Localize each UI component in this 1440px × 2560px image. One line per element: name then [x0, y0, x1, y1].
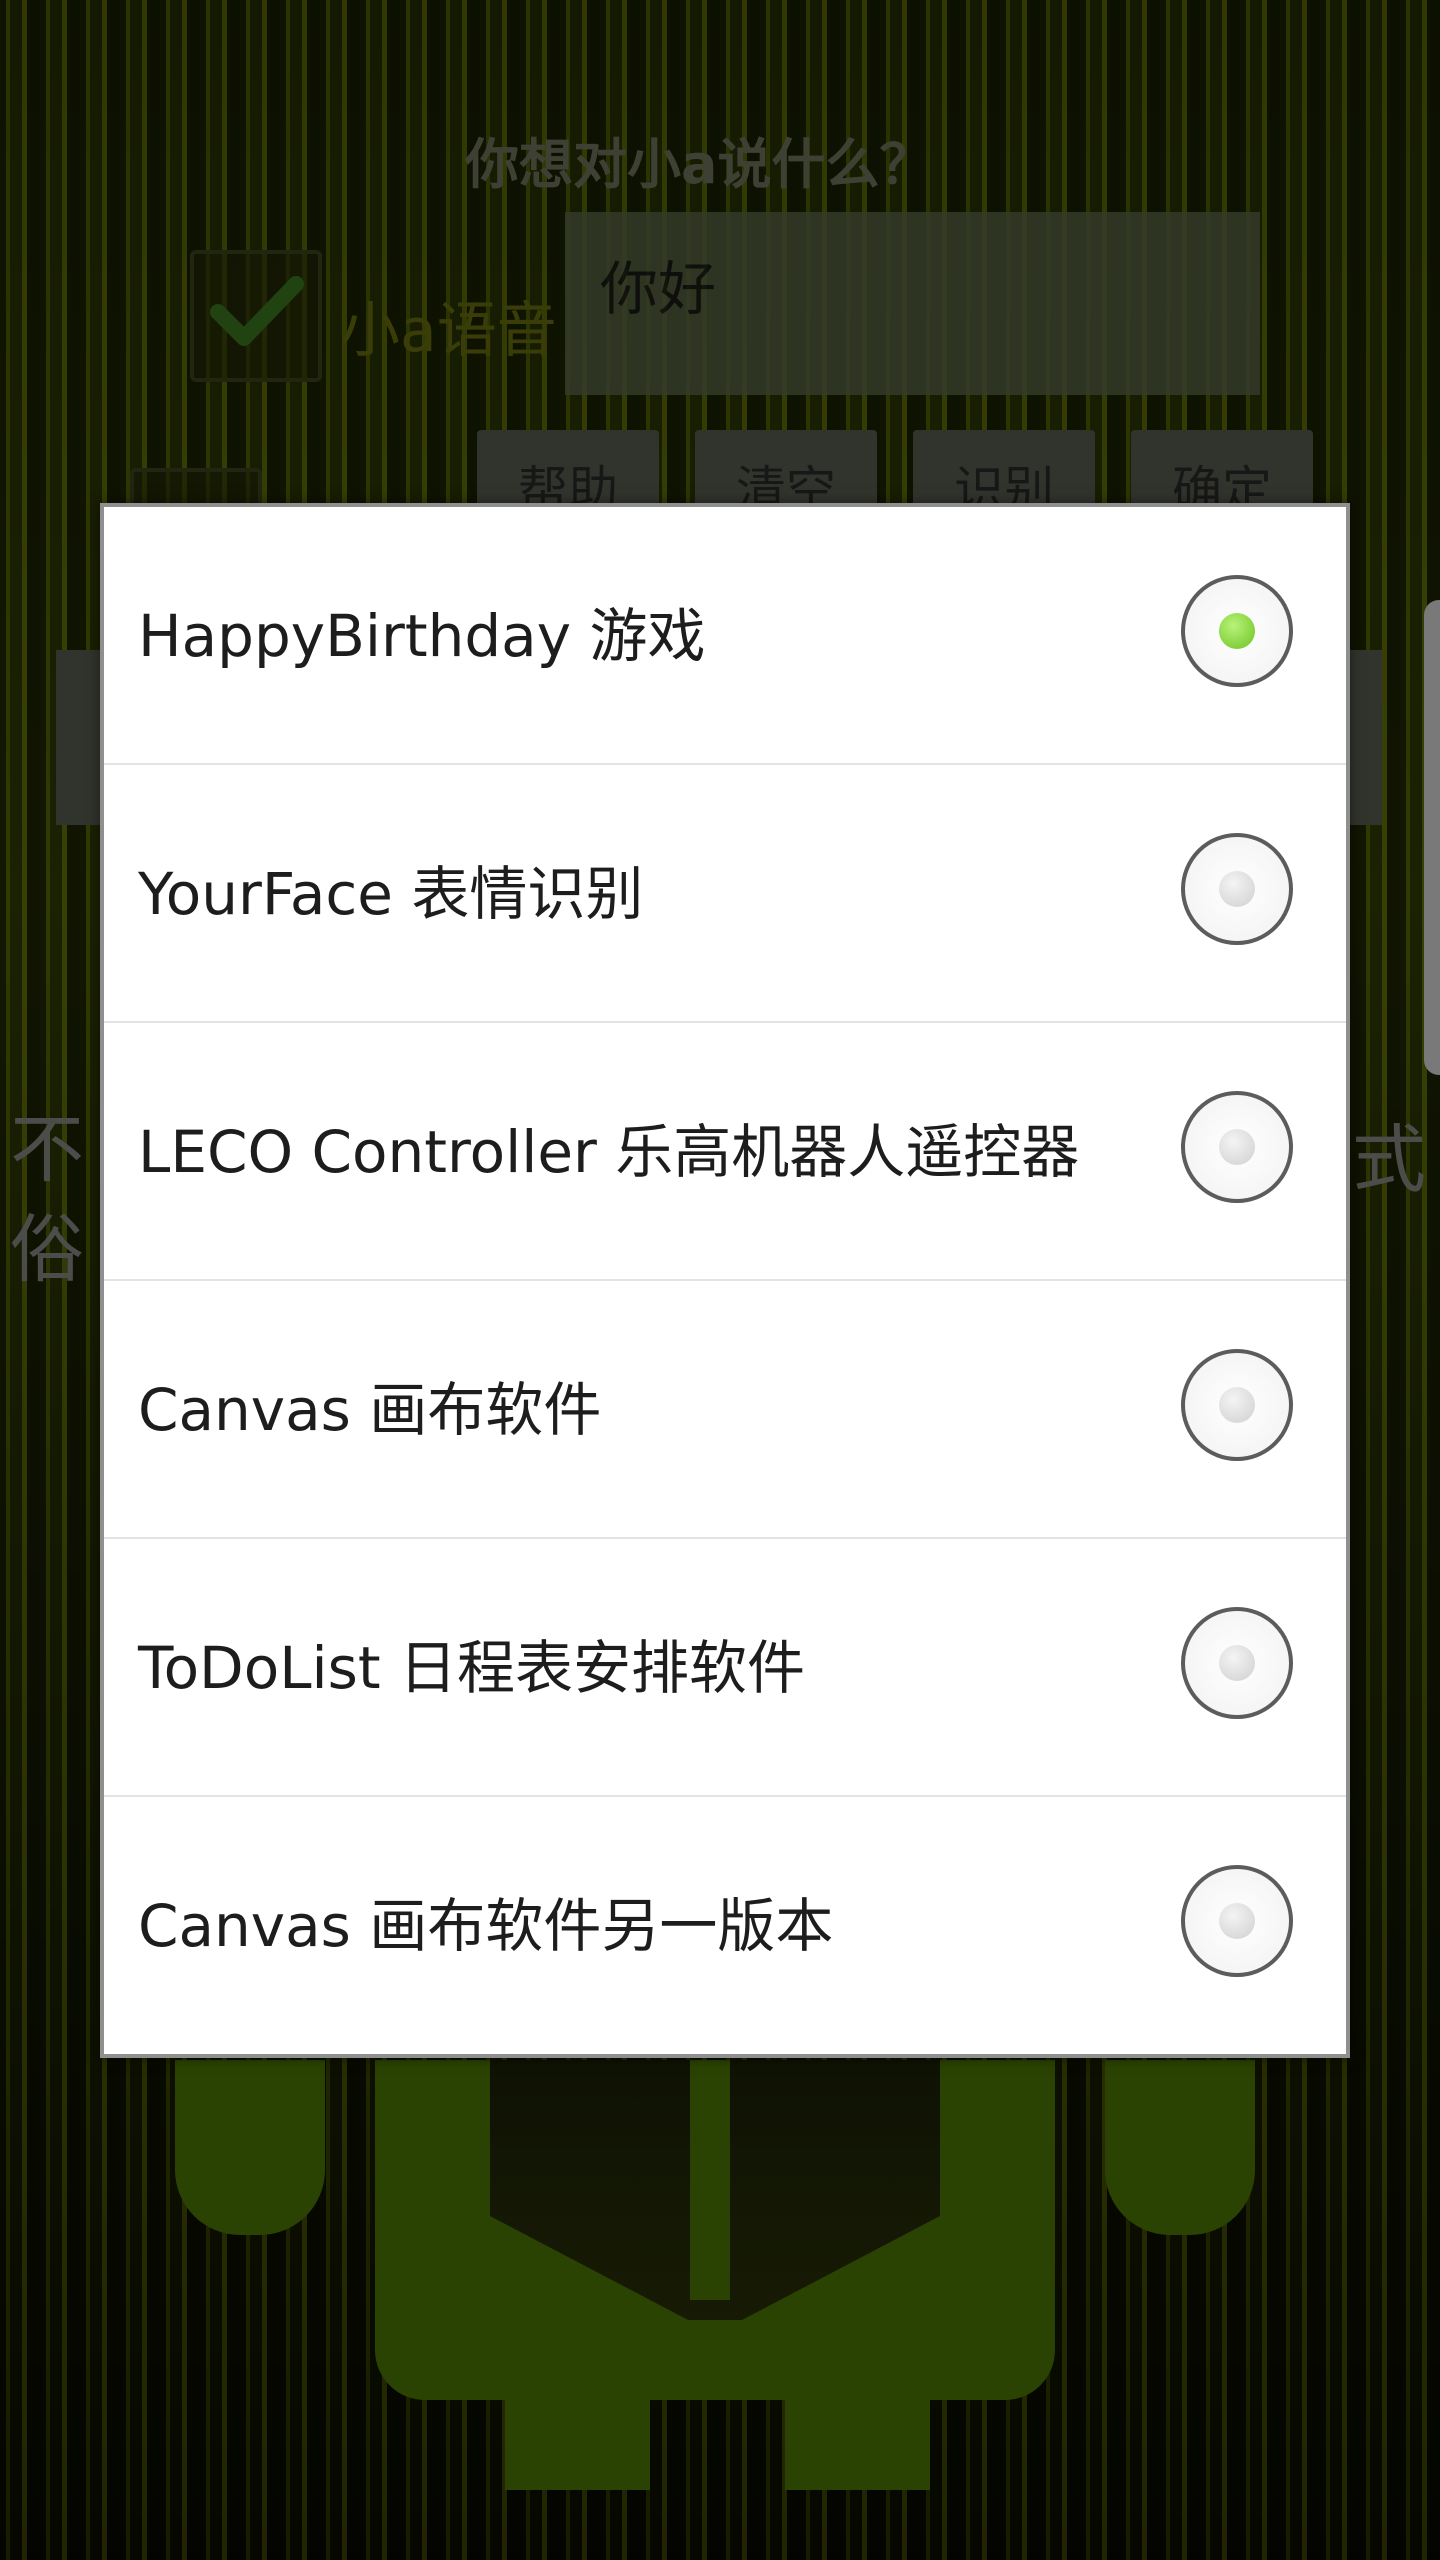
radio-button[interactable] — [1181, 1865, 1293, 1977]
option-label: HappyBirthday 游戏 — [138, 602, 706, 670]
option-happybirthday[interactable]: HappyBirthday 游戏 — [104, 507, 1346, 765]
option-canvas[interactable]: Canvas 画布软件 — [104, 1281, 1346, 1539]
radio-dot — [1219, 1129, 1255, 1165]
radio-button[interactable] — [1181, 1349, 1293, 1461]
radio-dot — [1219, 871, 1255, 907]
option-label: Canvas 画布软件 — [138, 1376, 602, 1444]
radio-dot — [1219, 1645, 1255, 1681]
radio-dot — [1219, 1387, 1255, 1423]
radio-selected-dot — [1219, 613, 1255, 649]
option-label: ToDoList 日程表安排软件 — [138, 1634, 806, 1702]
radio-button[interactable] — [1181, 575, 1293, 687]
option-yourface[interactable]: YourFace 表情识别 — [104, 765, 1346, 1023]
option-canvas-alt[interactable]: Canvas 画布软件另一版本 — [104, 1797, 1346, 2055]
option-label: YourFace 表情识别 — [138, 860, 644, 928]
radio-button[interactable] — [1181, 1607, 1293, 1719]
option-leco-controller[interactable]: LECO Controller 乐高机器人遥控器 — [104, 1023, 1346, 1281]
option-todolist[interactable]: ToDoList 日程表安排软件 — [104, 1539, 1346, 1797]
app-choice-dialog: HappyBirthday 游戏 YourFace 表情识别 LECO Cont… — [100, 503, 1350, 2058]
radio-button[interactable] — [1181, 1091, 1293, 1203]
option-label: LECO Controller 乐高机器人遥控器 — [138, 1118, 1080, 1186]
option-label: Canvas 画布软件另一版本 — [138, 1892, 834, 1960]
radio-dot — [1219, 1903, 1255, 1939]
radio-button[interactable] — [1181, 833, 1293, 945]
